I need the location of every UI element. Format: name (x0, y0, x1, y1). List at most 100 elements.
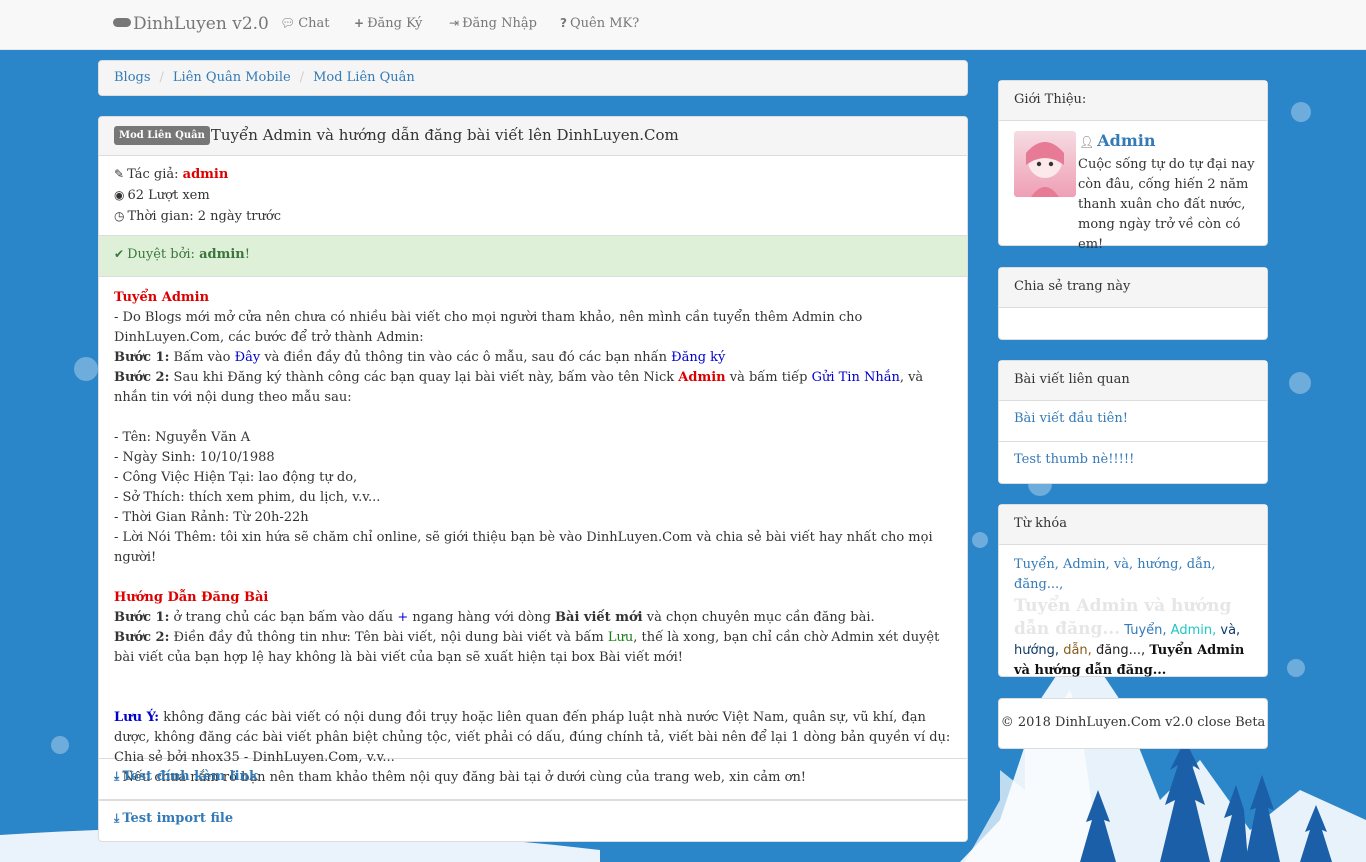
step-2: Bước 2: Sau khi Đăng ký thành công các b… (114, 368, 952, 408)
author-row: ✎ Tác giả: admin (114, 164, 952, 185)
form-line: - Tên: Nguyễn Văn A (114, 430, 251, 445)
post-heading: Mod Liên Quân Tuyển Admin và hướng dẫn đă… (99, 117, 967, 156)
tag-link[interactable]: hướng, (1014, 643, 1059, 658)
breadcrumb-separator: / (299, 70, 305, 85)
check-icon: ✔ (114, 247, 125, 261)
post-title: Tuyển Admin và hướng dẫn đăng bài viết l… (210, 126, 679, 144)
recruit-heading: Tuyển Admin (114, 290, 210, 305)
intro-body: 👤︎ Admin Cuộc sống tự do tự đại nay còn đ… (999, 121, 1267, 252)
brand-link[interactable]: DinhLuyen v2.0 (113, 14, 269, 34)
form-line: - Sở Thích: thích xem phim, du lịch, v.v… (114, 490, 381, 505)
tag-link[interactable]: và, (1220, 623, 1240, 638)
intro-text: - Do Blogs mới mở cửa nên chưa có nhiều … (114, 310, 863, 345)
breadcrumb-mod[interactable]: Mod Liên Quân (313, 70, 415, 85)
navbar: DinhLuyen v2.0 💬︎ Chat + Đăng Ký ⇥ Đăng Nhậ… (0, 0, 1366, 50)
guide-step-1-text-b: ngang hàng với dòng (412, 610, 551, 625)
tag-link[interactable]: Tuyển, (1124, 623, 1166, 638)
save-word: Lưu (607, 630, 634, 645)
tags-heading: Từ khóa (999, 505, 1267, 545)
avatar (1014, 131, 1076, 197)
post-time: Thời gian: 2 ngày trước (127, 209, 282, 224)
guide-step-2-text: Điền đầy đủ thông tin như: Tên bài viết,… (173, 630, 604, 645)
guide-step-1: Bước 1: ở trang chủ các bạn bấm vào dấu … (114, 608, 952, 628)
question-icon: ? (560, 16, 567, 30)
nav-login[interactable]: ⇥ Đăng Nhập (449, 16, 537, 31)
views-row: ◉ 62 Lượt xem (114, 185, 952, 206)
step-1-text: Bấm vào (173, 350, 231, 365)
download-icon: ⤓ (114, 811, 120, 825)
breadcrumb-lien-quan[interactable]: Liên Quân Mobile (173, 70, 291, 85)
user-icon: 👤︎ (1079, 135, 1095, 149)
post-panel: Mod Liên Quân Tuyển Admin và hướng dẫn đă… (98, 116, 968, 842)
approved-by[interactable]: admin (199, 247, 245, 262)
nav-register-label: Đăng Ký (367, 16, 423, 31)
avatar-image (1026, 142, 1064, 197)
related-link[interactable]: Bài viết đầu tiên! (1014, 411, 1128, 426)
tags-panel: Từ khóa Tuyển, Admin, và, hướng, dẫn, đă… (998, 504, 1268, 678)
breadcrumb: Blogs / Liên Quân Mobile / Mod Liên Quân (98, 60, 968, 96)
share-panel: Chia sẻ trang này (998, 267, 1268, 340)
admin-name-row: 👤︎ Admin (1079, 131, 1155, 150)
nav-forgot-label: Quên MK? (569, 16, 640, 31)
guide-step-1-label: Bước 1: (114, 610, 170, 625)
attachment-file-label: Test import file (122, 811, 234, 826)
tag-link[interactable]: Tuyển, Admin, và, hướng, dẫn, đăng..., (1014, 557, 1216, 592)
step-2-label: Bước 2: (114, 370, 170, 385)
share-heading: Chia sẻ trang này (999, 268, 1267, 308)
nav-chat-label: Chat (298, 16, 330, 31)
approved-alert: ✔ Duyệt bởi: admin! (99, 236, 967, 277)
note-label: Lưu Ý: (114, 710, 160, 725)
post-meta: ✎ Tác giả: admin ◉ 62 Lượt xem ◷ Thời gian:… (99, 156, 967, 236)
step-2-text: Sau khi Đăng ký thành công các bạn quay … (173, 370, 675, 385)
author-prefix: Tác giả: (127, 167, 179, 182)
nav-chat[interactable]: 💬︎ Chat (280, 16, 330, 31)
form-line: - Thời Gian Rảnh: Từ 20h-22h (114, 510, 309, 525)
plus-icon: + (354, 16, 365, 30)
guide-heading: Hướng Dẫn Đăng Bài (114, 590, 269, 605)
tag-link[interactable]: dẫn, (1063, 643, 1092, 658)
download-icon: ⤓ (114, 769, 120, 783)
send-message-link[interactable]: Gửi Tin Nhắn (812, 370, 900, 385)
brand-text: DinhLuyen v2.0 (133, 14, 269, 34)
tag-link[interactable]: đăng..., (1096, 643, 1145, 658)
register-here-link[interactable]: Đây (235, 350, 261, 365)
chat-icon: 💬︎ (280, 16, 296, 30)
breadcrumb-blogs[interactable]: Blogs (114, 70, 151, 85)
nav-register[interactable]: + Đăng Ký (354, 16, 422, 31)
approved-suffix: ! (244, 247, 250, 262)
author-link[interactable]: admin (183, 167, 229, 182)
admin-bio: Cuộc sống tự do tự đại nay còn đâu, cống… (1078, 157, 1255, 252)
note-text: không đăng các bài viết có nội dung đồi … (114, 710, 951, 765)
tag-link[interactable]: Admin, (1171, 623, 1217, 638)
intro-panel: Giới Thiệu: 👤︎ Admin Cuộc sống tự do tự đ… (998, 80, 1268, 252)
approved-prefix: Duyệt bởi: (127, 247, 195, 262)
step-1: Bước 1: Bấm vào Đây và điền đầy đủ thông… (114, 348, 952, 368)
related-item: Test thumb nè!!!!! (999, 442, 1267, 483)
views-count: 62 Lượt xem (127, 188, 210, 203)
tag-cloud: Tuyển, Admin, và, hướng, dẫn, đăng..., T… (999, 545, 1267, 691)
sign-in-icon: ⇥ (449, 16, 460, 30)
time-row: ◷ Thời gian: 2 ngày trước (114, 206, 952, 227)
related-heading: Bài viết liên quan (999, 361, 1267, 401)
related-panel: Bài viết liên quan Bài viết đầu tiên! Te… (998, 360, 1268, 484)
related-item: Bài viết đầu tiên! (999, 401, 1267, 442)
guide-step-1-text-c: và chọn chuyên mục cần đăng bài. (646, 610, 875, 625)
attachment-file[interactable]: ⤓ Test import file (99, 799, 967, 840)
admin-nick-link[interactable]: Admin (678, 370, 725, 385)
guide-step-2-label: Bước 2: (114, 630, 170, 645)
guide-step-1-text: ở trang chủ các bạn bấm vào dấu (173, 610, 394, 625)
post-content: Tuyển Admin - Do Blogs mới mở cửa nên ch… (99, 277, 967, 785)
guide-step-2: Bước 2: Điền đầy đủ thông tin như: Tên b… (114, 628, 952, 668)
register-link[interactable]: Đăng ký (671, 350, 725, 365)
step-2-text-b: và bấm tiếp (729, 370, 808, 385)
nav-login-label: Đăng Nhập (462, 16, 537, 31)
related-link[interactable]: Test thumb nè!!!!! (1014, 452, 1134, 467)
form-line: - Lời Nói Thêm: tôi xin hứa sẽ chăm chỉ … (114, 530, 933, 565)
category-badge[interactable]: Mod Liên Quân (114, 126, 210, 145)
edit-icon: ✎ (114, 167, 125, 181)
attachment-link-label: Test đính kèm link (122, 769, 258, 784)
form-line: - Công Việc Hiện Tại: lao động tự do, (114, 470, 358, 485)
nav-forgot[interactable]: ? Quên MK? (560, 16, 639, 31)
admin-name-link[interactable]: Admin (1097, 131, 1155, 150)
footer-text: © 2018 DinhLuyen.Com v2.0 close Beta (1000, 715, 1266, 730)
